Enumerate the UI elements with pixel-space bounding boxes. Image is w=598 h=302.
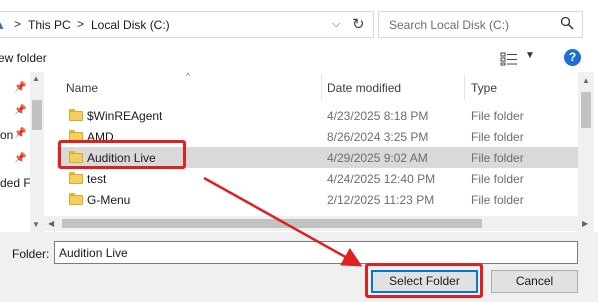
toolbar: ew folder ▼ ? [0, 48, 598, 72]
column-divider[interactable] [321, 74, 322, 100]
scroll-up-icon[interactable]: ▲ [582, 76, 590, 85]
folder-icon [69, 109, 83, 121]
file-name: AMD [87, 130, 114, 144]
breadcrumb-separator-icon[interactable]: > [77, 17, 84, 31]
cancel-button[interactable]: Cancel [491, 270, 578, 293]
vertical-scroll-thumb[interactable] [581, 92, 591, 128]
nav-scroll-thumb[interactable] [32, 100, 42, 130]
search-input[interactable]: Search Local Disk (C:) [389, 18, 509, 32]
new-folder-button[interactable]: ew folder [0, 51, 47, 65]
help-icon[interactable]: ? [564, 49, 581, 66]
pin-icon[interactable]: 📌 [14, 82, 26, 93]
navigation-pane: 📌 📌 on 📌 📌 ded Fi ▲ ▼ [0, 72, 44, 232]
folder-icon [69, 193, 83, 205]
scroll-right-icon[interactable]: ▶ [582, 219, 588, 228]
file-name: $WinREAgent [87, 109, 163, 123]
file-date: 2/12/2025 11:23 PM [327, 193, 435, 207]
file-date: 4/24/2025 12:40 PM [327, 172, 436, 186]
file-type: File folder [471, 172, 524, 186]
horizontal-scroll-thumb[interactable] [62, 219, 482, 228]
scroll-left-icon[interactable]: ◀ [48, 219, 54, 228]
location-icon: ▴ [0, 17, 4, 32]
select-folder-button[interactable]: Select Folder [371, 270, 478, 293]
folder-icon [69, 130, 83, 142]
breadcrumb-this-pc[interactable]: This PC [28, 18, 71, 32]
pin-icon[interactable]: 📌 [14, 153, 26, 164]
file-type: File folder [471, 130, 524, 144]
folder-icon [69, 151, 83, 163]
address-history-chevron-icon[interactable]: ⌵ [332, 18, 340, 31]
file-type: File folder [471, 193, 524, 207]
column-divider[interactable] [464, 74, 465, 100]
column-header-date[interactable]: Date modified [327, 81, 401, 95]
file-date: 8/26/2024 3:25 PM [327, 130, 429, 144]
file-date: 4/29/2025 9:02 AM [327, 151, 428, 165]
folder-icon [69, 172, 83, 184]
pin-icon[interactable]: 📌 [14, 128, 26, 139]
file-list-vertical-scrollbar[interactable]: ▲ [578, 72, 594, 232]
search-box[interactable]: Search Local Disk (C:) [378, 11, 583, 38]
file-row-selected[interactable]: Audition Live 4/29/2025 9:02 AM File fol… [57, 147, 578, 168]
file-name: G-Menu [87, 193, 131, 207]
nav-item-label[interactable]: on [0, 128, 13, 142]
column-header-name[interactable]: Name [66, 81, 98, 95]
file-name: test [87, 172, 107, 186]
address-row: ▴ > This PC > Local Disk (C:) ⌵ ↻ Search… [0, 0, 598, 48]
column-header-type[interactable]: Type [471, 81, 497, 95]
file-row[interactable]: AMD 8/26/2024 3:25 PM File folder [57, 126, 578, 147]
file-name: Audition Live [87, 151, 156, 165]
folder-name-input[interactable] [54, 241, 578, 264]
dialog-footer: Folder: Select Folder Cancel [0, 232, 598, 302]
file-row[interactable]: test 4/24/2025 12:40 PM File folder [57, 168, 578, 189]
pin-icon[interactable]: 📌 [14, 105, 26, 116]
file-row[interactable]: $WinREAgent 4/23/2025 8:18 PM File folde… [57, 105, 578, 126]
breadcrumb-local-disk[interactable]: Local Disk (C:) [91, 18, 170, 32]
search-icon[interactable] [560, 16, 574, 30]
nav-item-label[interactable]: ded Fi [0, 176, 33, 190]
horizontal-scrollbar[interactable]: ◀ ▶ [44, 216, 594, 231]
breadcrumb-separator-icon[interactable]: > [14, 17, 21, 31]
file-row[interactable]: G-Menu 2/12/2025 11:23 PM File folder [57, 189, 578, 210]
scroll-down-icon[interactable]: ▼ [32, 220, 40, 229]
sort-ascending-icon: ^ [186, 71, 191, 81]
nav-scrollbar[interactable]: ▲ ▼ [30, 72, 44, 232]
view-dropdown-chevron-icon[interactable]: ▼ [525, 50, 535, 61]
column-header-row: ^ Name Date modified Type [57, 71, 578, 102]
scroll-up-icon[interactable]: ▲ [32, 74, 40, 83]
file-type: File folder [471, 109, 524, 123]
file-list: ^ Name Date modified Type $WinREAgent 4/… [57, 71, 578, 232]
address-bar[interactable]: ▴ > This PC > Local Disk (C:) ⌵ ↻ [0, 11, 374, 38]
refresh-icon[interactable]: ↻ [352, 15, 365, 33]
file-date: 4/23/2025 8:18 PM [327, 109, 429, 123]
file-type: File folder [471, 151, 524, 165]
folder-label: Folder: [12, 247, 50, 261]
view-options-icon[interactable] [500, 52, 518, 66]
